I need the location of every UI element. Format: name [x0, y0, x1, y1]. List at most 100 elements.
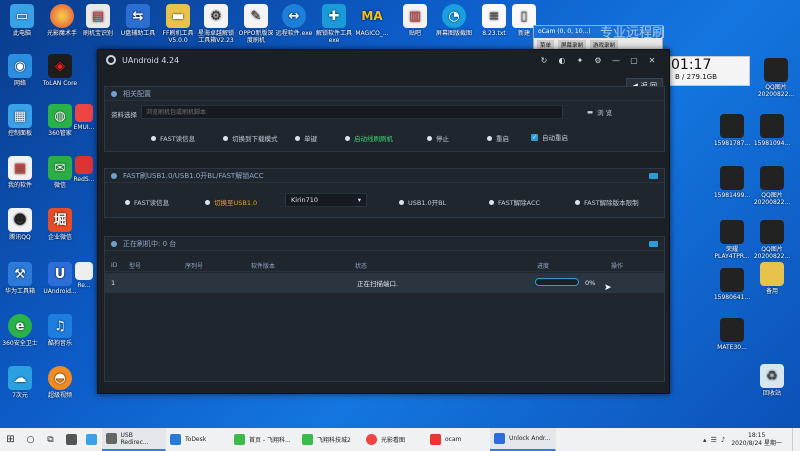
fast-remove-limit-button[interactable]: FAST解除版本限制 — [575, 197, 639, 207]
desktop-icon-qqimg-2[interactable]: QQ图片20200822... — [752, 166, 792, 206]
desktop-icon-qqimg-3[interactable]: QQ图片20200822... — [752, 220, 792, 260]
chip-select[interactable]: Kirin710 ▾ — [285, 193, 367, 207]
mouse-cursor-icon: ➤ — [604, 283, 612, 293]
refresh-icon[interactable]: ↻ — [535, 56, 553, 65]
clock[interactable]: 18:15 2020/8/24 星期一 — [731, 432, 782, 448]
desktop-icon-kugou[interactable]: ♫ 酷狗音乐 — [40, 314, 80, 347]
desktop-icon-re[interactable]: Re... — [72, 262, 96, 289]
table-row[interactable]: 1 正在扫描端口. 0% ➤ — [105, 273, 664, 293]
desktop-icon-unlock[interactable]: ✚ 解锁软件工具exe — [314, 4, 354, 44]
desktop-icon-phone-2[interactable]: 15981094... — [752, 114, 792, 147]
taskbar-pinned-2[interactable] — [82, 428, 102, 451]
flash-list-header: 正在刷机中: 0 台 — [105, 237, 664, 251]
apps-icon: ▦ — [8, 156, 32, 180]
desktop-icon-tolan[interactable]: ◈ ToLAN Core — [40, 54, 80, 87]
minimize-button[interactable]: — — [607, 56, 625, 65]
close-button[interactable]: ✕ — [643, 56, 661, 65]
image-file-icon — [764, 58, 788, 82]
row-progress-text: 0% — [585, 279, 596, 287]
taskbar-ocam[interactable]: ocam — [426, 428, 490, 451]
switch-usb-button[interactable]: 切换至USB1.0 — [205, 197, 257, 207]
taskbar-unlock-android[interactable]: Unlock Andr... — [490, 428, 556, 451]
search-button[interactable]: ○ — [22, 428, 40, 451]
desktop-icon-remote[interactable]: ↔ 远程软件.exe — [274, 4, 314, 37]
wrench-icon: ✎ — [244, 4, 268, 28]
desktop-icon-usb[interactable]: ⇆ U盘辅助工具 — [118, 4, 158, 37]
fast-panel-header: FAST刷USB1.0/USB1.0开BL/FAST解锁ACC — [105, 169, 664, 183]
desktop-icon-phone-4[interactable]: 15980641... — [712, 268, 752, 301]
image-file-icon — [720, 220, 744, 244]
option-fast-read[interactable]: FAST读信息 — [151, 133, 195, 143]
usb-open-bl-button[interactable]: USB1.0开BL — [399, 197, 446, 207]
config-panel-header: 相关配置 — [105, 87, 664, 101]
tool-icon: ⚙ — [204, 4, 228, 28]
settings-icon[interactable]: ⚙ — [589, 56, 607, 65]
clock-time: 18:15 — [748, 431, 766, 439]
desktop-icon-reds[interactable]: RedS... — [72, 156, 96, 183]
desktop-icon-7d[interactable]: ☁ 7次元 — [0, 366, 40, 399]
taskbar-usb-redirector[interactable]: USB Redirec... — [102, 428, 166, 451]
desktop-icon-xinghai[interactable]: ⚙ 星海卓越解锁工具箱V2.23 — [196, 4, 236, 44]
maximize-button[interactable]: ▢ — [625, 56, 643, 65]
usb-icon — [106, 433, 117, 444]
theme-icon[interactable]: ◐ — [553, 56, 571, 65]
taskbar-feixiang[interactable]: 首页 - 飞翔科... — [230, 428, 298, 451]
fast-unlock-acc-button[interactable]: FAST解除ACC — [489, 197, 540, 207]
desktop-icon-qq[interactable]: ☻ 腾讯QQ — [0, 208, 40, 241]
radio-icon — [223, 135, 228, 141]
collapse-icon[interactable] — [649, 173, 658, 179]
desktop-icon-mysoft[interactable]: ▦ 我的软件 — [0, 156, 40, 189]
row-status: 正在扫描端口. — [357, 280, 399, 288]
desktop-icon-mate30[interactable]: MATE30... — [712, 318, 752, 351]
desktop-icon-360safe[interactable]: e 360安全卫士 — [0, 314, 40, 347]
start-button[interactable]: ⊞ — [0, 428, 22, 451]
text-file-icon: ≡ — [482, 4, 506, 28]
taskbar-feixiang2[interactable]: 飞翔科技城2 — [298, 428, 362, 451]
file-path-input[interactable] — [141, 105, 563, 119]
desktop-icon-qqimg-1[interactable]: QQ图片20200822... — [756, 58, 796, 98]
computer-icon: ▭ — [10, 4, 34, 28]
desktop-icon-flash[interactable]: ▤ 刷机宝识别 — [78, 4, 118, 37]
option-single-key[interactable]: 单键 — [295, 133, 317, 143]
tolan-icon: ◈ — [48, 54, 72, 78]
radio-icon — [205, 199, 210, 205]
auto-restart-checkbox[interactable]: ✓ 自动重启 — [531, 132, 568, 142]
desktop-icon-magico[interactable]: MA MAGICO_... — [352, 4, 392, 38]
folder-icon: ▬ — [166, 4, 190, 28]
desktop-icon-computer[interactable]: ▭ 此电脑 — [2, 4, 42, 37]
control-panel-icon: ▦ — [8, 104, 32, 128]
desktop-icon-control-panel[interactable]: ▦ 控制面板 — [0, 104, 40, 137]
desktop-icon-oppo[interactable]: ✎ OPPO新版深度刷机 — [236, 4, 276, 44]
skin-icon[interactable]: ✦ — [571, 56, 589, 65]
desktop-icon-nevercenter[interactable]: 光影魔术手 — [42, 4, 82, 37]
system-tray[interactable]: ▴ ☰ ♪ — [703, 436, 725, 444]
browse-button[interactable]: ▬ 浏 览 — [587, 107, 612, 117]
option-download-mode[interactable]: 切换到下载模式 — [223, 133, 278, 143]
desktop-icon-honor[interactable]: 荣耀PLAY4TPR... — [712, 220, 752, 260]
taskbar-pinned-1[interactable] — [62, 428, 82, 451]
option-restart[interactable]: 重启 — [487, 133, 509, 143]
desktop-icon-tieba[interactable]: ▥ 贴吧 — [395, 4, 435, 37]
title-bar: UAndroid 4.24 ↻ ◐ ✦ ⚙ — ▢ ✕ — [98, 50, 669, 70]
desktop-icon-network[interactable]: ◉ 网络 — [0, 54, 40, 87]
desktop-icon-wework[interactable]: 堀企业微信 — [40, 208, 80, 241]
taskbar-viewer[interactable]: 光影看图 — [362, 428, 426, 451]
fast-read-info-button[interactable]: FAST读信息 — [125, 197, 169, 207]
option-start-flash[interactable]: 启动线刷刷机 — [345, 133, 393, 143]
taskbar-todesk[interactable]: ToDesk — [166, 428, 230, 451]
show-desktop-button[interactable] — [792, 428, 800, 451]
desktop-icon-phone-3[interactable]: 15981499... — [712, 166, 752, 199]
desktop-icon-recycle[interactable]: ♻ 回收站 — [752, 364, 792, 397]
desktop-icon-screenshot[interactable]: ◔ 屏幕图版截图 — [434, 4, 474, 37]
desktop-icon-uc[interactable]: ◓ 超级视频 — [40, 366, 80, 399]
desktop-icon-emui[interactable]: EMUI... — [72, 104, 96, 131]
desktop-icon-phone-1[interactable]: 15981787... — [712, 114, 752, 147]
document-icon: ▥ — [403, 4, 427, 28]
option-stop[interactable]: 停止 — [427, 133, 449, 143]
desktop-icon-backup[interactable]: 备用 — [752, 262, 792, 295]
desktop-icon-fftool[interactable]: ▬ FF刷机工具V5.0.0 — [158, 4, 198, 44]
collapse-icon[interactable] — [649, 241, 658, 247]
task-view-button[interactable]: ⧉ — [40, 428, 62, 451]
desktop-icon-huawei[interactable]: ⚒ 华为工具箱 — [0, 262, 40, 295]
clock-widget: 01:17 B / 279.1GB — [668, 56, 750, 86]
